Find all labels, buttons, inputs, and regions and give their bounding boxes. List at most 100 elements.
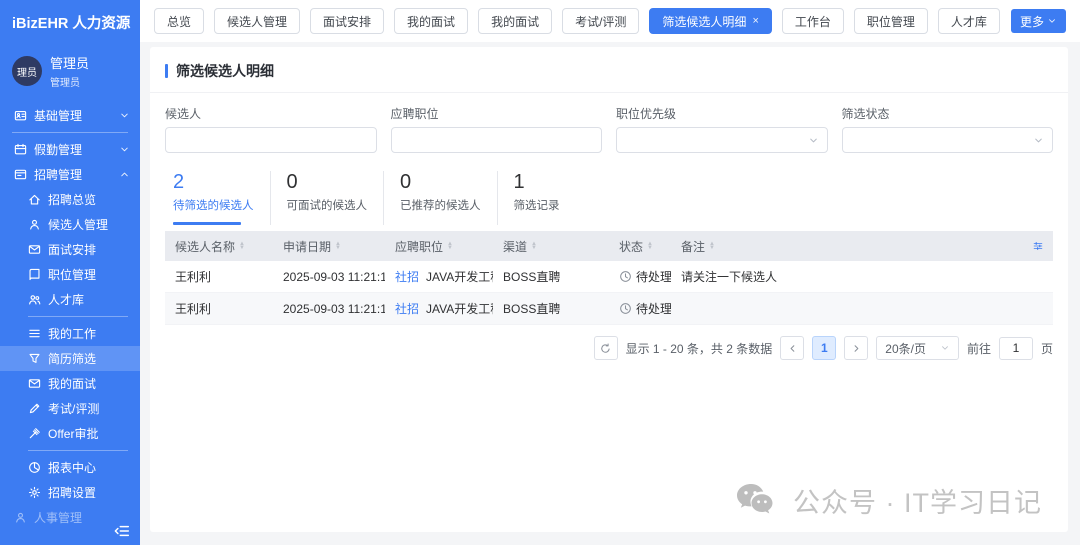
watermark-text: 公众号 · IT学习日记	[793, 481, 1042, 520]
tab-talent-pool[interactable]: 人才库	[938, 8, 1000, 34]
chevron-down-icon	[119, 110, 130, 121]
sidebar-item-recruit-settings[interactable]: 招聘设置	[0, 480, 140, 505]
table-row[interactable]: 王利利2025-09-03 11:21:15社招JAVA开发工程师BOSS直聘待…	[165, 293, 1053, 325]
filter-label: 应聘职位	[391, 105, 603, 122]
home-icon	[28, 193, 41, 206]
sidebar-item-offer-approval[interactable]: Offer审批	[0, 421, 140, 446]
chart-icon	[28, 461, 41, 474]
filter-screening-status-select[interactable]	[842, 127, 1054, 153]
tab-label: 筛选候选人明细	[662, 13, 746, 30]
sidebar-item-label: 招聘管理	[34, 166, 82, 183]
page-title-row: 筛选候选人明细	[150, 47, 1068, 93]
sidebar-item-candidate-mgmt[interactable]: 候选人管理	[0, 212, 140, 237]
tab-screening-detail[interactable]: 筛选候选人明细 ×	[649, 8, 771, 34]
sidebar-item-exam-eval[interactable]: 考试/评测	[0, 396, 140, 421]
column-label: 申请日期	[283, 238, 331, 255]
sort-icon[interactable]: ▲▼	[647, 242, 653, 251]
stat-label: 已推荐的候选人	[400, 197, 481, 213]
filter-screening-status: 筛选状态	[842, 105, 1054, 153]
stat-label: 筛选记录	[514, 197, 572, 213]
sidebar-item-interview-schedule[interactable]: 面试安排	[0, 237, 140, 262]
gavel-icon	[28, 427, 41, 440]
tab-exam-eval[interactable]: 考试/评测	[562, 8, 639, 34]
content-card: 筛选候选人明细 候选人应聘职位职位优先级筛选状态 2待筛选的候选人0可面试的候选…	[150, 47, 1068, 532]
clock-icon	[619, 270, 632, 283]
sidebar-item-label: 报表中心	[48, 459, 96, 476]
cell-candidate-name: 王利利	[165, 268, 273, 285]
sidebar-item-report-center[interactable]: 报表中心	[0, 455, 140, 480]
goto-page-input[interactable]	[999, 337, 1033, 360]
stat-pending-screening[interactable]: 2待筛选的候选人	[165, 171, 271, 225]
sidebar-item-label: Offer审批	[48, 425, 98, 442]
chevron-down-icon	[940, 343, 950, 353]
header-tools-cell	[1023, 239, 1053, 253]
sidebar-divider	[28, 450, 128, 451]
page-title: 筛选候选人明细	[176, 61, 274, 81]
refresh-button[interactable]	[594, 336, 618, 360]
sidebar-item-label: 人事管理	[34, 509, 82, 526]
stat-screening-records[interactable]: 1 筛选记录	[506, 171, 588, 225]
column-header: 应聘职位▲▼	[385, 238, 493, 255]
sidebar: iBizEHR 人力资源 理员 管理员 管理员 基础管理假勤管理招聘管理招聘总览…	[0, 0, 140, 545]
more-button[interactable]: 更多	[1011, 9, 1066, 33]
sidebar-item-attendance-mgmt[interactable]: 假勤管理	[0, 137, 140, 162]
sidebar-item-recruit-overview[interactable]: 招聘总览	[0, 187, 140, 212]
tab-workbench[interactable]: 工作台	[782, 8, 844, 34]
sort-icon[interactable]: ▲▼	[239, 242, 245, 251]
job-type-link[interactable]: 社招	[395, 300, 419, 317]
tab-overview[interactable]: 总览	[154, 8, 204, 34]
filter-position-priority-select[interactable]	[616, 127, 828, 153]
list-icon	[28, 327, 41, 340]
table-body: 王利利2025-09-03 11:21:15社招JAVA开发工程师BOSS直聘待…	[165, 261, 1053, 325]
sidebar-item-my-interview[interactable]: 我的面试	[0, 371, 140, 396]
column-label: 渠道	[503, 238, 527, 255]
tab-interview-schedule[interactable]: 面试安排	[310, 8, 384, 34]
next-page-button[interactable]	[844, 336, 868, 360]
calendar-icon	[14, 143, 27, 156]
close-icon[interactable]: ×	[752, 16, 758, 27]
sort-icon[interactable]: ▲▼	[531, 242, 537, 251]
menu-fold-icon[interactable]	[114, 523, 130, 539]
sidebar-item-position-mgmt[interactable]: 职位管理	[0, 262, 140, 287]
pagination: 显示 1 - 20 条，共 2 条数据 1 20条/页 前往 页	[150, 325, 1068, 371]
stat-value: 1	[514, 171, 572, 193]
cell-note: 请关注一下候选人	[671, 268, 1023, 285]
sidebar-item-label: 我的工作	[48, 325, 96, 342]
tab-position-mgmt[interactable]: 职位管理	[854, 8, 928, 34]
chevron-down-icon	[1047, 16, 1057, 26]
sidebar-item-label: 候选人管理	[48, 216, 108, 233]
content-area: 筛选候选人明细 候选人应聘职位职位优先级筛选状态 2待筛选的候选人0可面试的候选…	[140, 42, 1080, 545]
filter-applied-position-input[interactable]	[391, 127, 603, 153]
sidebar-item-resume-screening[interactable]: 简历筛选	[0, 346, 140, 371]
sidebar-item-my-work[interactable]: 我的工作	[0, 321, 140, 346]
chevron-left-icon	[787, 343, 798, 354]
columns-icon[interactable]	[1033, 239, 1043, 253]
tab-my-interview-2[interactable]: 我的面试	[478, 8, 552, 34]
column-label: 候选人名称	[175, 238, 235, 255]
sort-icon[interactable]: ▲▼	[447, 242, 453, 251]
stat-label: 待筛选的候选人	[173, 197, 254, 213]
stat-interviewable[interactable]: 0可面试的候选人	[279, 171, 385, 225]
status-text: 待处理	[636, 268, 671, 285]
table-row[interactable]: 王利利2025-09-03 11:21:15社招JAVA开发工程师BOSS直聘待…	[165, 261, 1053, 293]
column-header: 候选人名称 ▲▼	[165, 238, 273, 255]
current-page-button[interactable]: 1	[812, 336, 836, 360]
column-header: 状态▲▼	[609, 238, 671, 255]
sidebar-item-talent-pool[interactable]: 人才库	[0, 287, 140, 312]
tab-my-interview[interactable]: 我的面试	[394, 8, 468, 34]
tab-candidate-mgmt[interactable]: 候选人管理	[214, 8, 300, 34]
sidebar-item-basic-mgmt[interactable]: 基础管理	[0, 103, 140, 128]
tab-label: 我的面试	[491, 13, 539, 30]
sort-icon[interactable]: ▲▼	[709, 242, 715, 251]
filter-candidate-input[interactable]	[165, 127, 377, 153]
chevron-up-icon	[119, 169, 130, 180]
sidebar-item-recruit-mgmt[interactable]: 招聘管理	[0, 162, 140, 187]
stat-recommended[interactable]: 0已推荐的候选人	[392, 171, 498, 225]
sort-icon[interactable]: ▲▼	[335, 242, 341, 251]
column-header: 申请日期 ▲▼	[273, 238, 385, 255]
prev-page-button[interactable]	[780, 336, 804, 360]
cell-apply-date: 2025-09-03 11:21:15	[273, 270, 385, 284]
job-type-link[interactable]: 社招	[395, 268, 419, 285]
page-size-select[interactable]: 20条/页	[876, 336, 959, 360]
page-size-value: 20条/页	[885, 340, 926, 357]
